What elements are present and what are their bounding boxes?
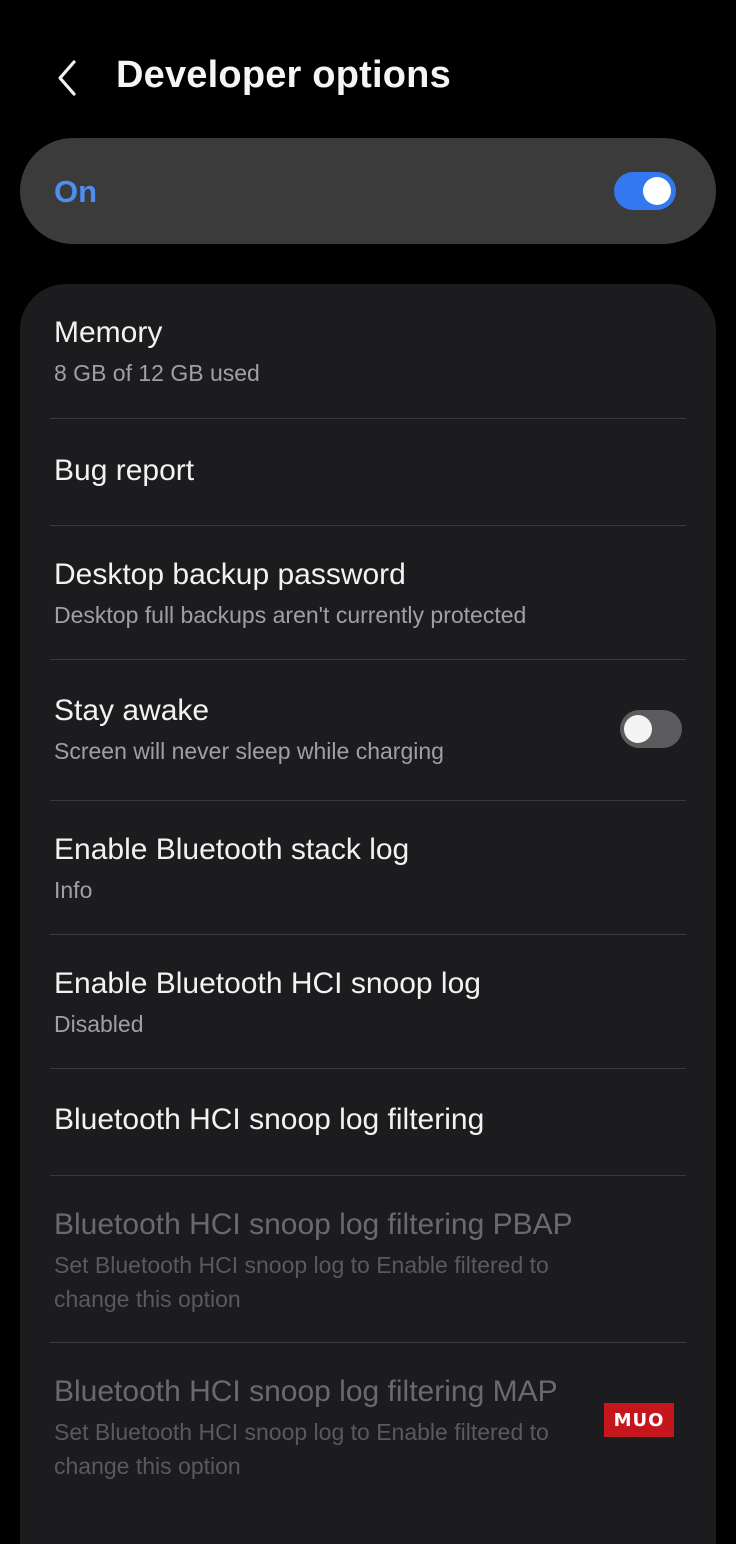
setting-title: Stay awake [54, 694, 210, 727]
master-toggle-switch[interactable] [614, 172, 676, 210]
setting-bug-report[interactable]: Bug report [20, 419, 716, 525]
setting-stay-awake[interactable]: Stay awake Screen will never sleep while… [20, 660, 716, 800]
muo-watermark-logo: MUO [604, 1403, 674, 1437]
setting-title: Desktop backup password [54, 558, 406, 591]
setting-subtitle: Disabled [54, 1011, 144, 1037]
settings-list: Memory 8 GB of 12 GB used Bug report Des… [20, 284, 716, 1544]
top-app-bar: Developer options [0, 40, 736, 116]
stay-awake-toggle-switch[interactable] [620, 710, 682, 748]
setting-bluetooth-hci-snoop-log[interactable]: Enable Bluetooth HCI snoop log Disabled [20, 935, 716, 1068]
toggle-knob [624, 715, 652, 743]
setting-subtitle: Screen will never sleep while charging [54, 738, 444, 764]
setting-desktop-backup-password[interactable]: Desktop backup password Desktop full bac… [20, 526, 716, 659]
setting-subtitle: 8 GB of 12 GB used [54, 360, 260, 386]
setting-bluetooth-stack-log[interactable]: Enable Bluetooth stack log Info [20, 801, 716, 934]
master-switch-label: On [54, 174, 98, 209]
developer-options-master-switch[interactable]: On [20, 138, 716, 244]
toggle-knob [643, 177, 671, 205]
setting-title: Memory [54, 316, 163, 349]
setting-title: Bug report [54, 454, 195, 487]
setting-subtitle: Set Bluetooth HCI snoop log to Enable fi… [54, 1419, 549, 1479]
setting-hci-snoop-log-filtering[interactable]: Bluetooth HCI snoop log filtering [20, 1069, 716, 1175]
setting-title: Bluetooth HCI snoop log filtering [54, 1103, 485, 1136]
back-button[interactable] [46, 56, 90, 100]
setting-subtitle: Info [54, 877, 93, 903]
setting-title: Enable Bluetooth stack log [54, 833, 410, 866]
setting-hci-snoop-log-filtering-pbap: Bluetooth HCI snoop log filtering PBAP S… [20, 1176, 716, 1342]
setting-title: Bluetooth HCI snoop log filtering PBAP [54, 1208, 573, 1241]
setting-title: Bluetooth HCI snoop log filtering MAP [54, 1375, 558, 1408]
page-title: Developer options [116, 54, 451, 96]
chevron-left-icon [58, 60, 76, 96]
setting-subtitle: Desktop full backups aren't currently pr… [54, 602, 527, 628]
setting-title: Enable Bluetooth HCI snoop log [54, 967, 481, 1000]
setting-subtitle: Set Bluetooth HCI snoop log to Enable fi… [54, 1252, 549, 1312]
setting-memory[interactable]: Memory 8 GB of 12 GB used [20, 284, 716, 418]
